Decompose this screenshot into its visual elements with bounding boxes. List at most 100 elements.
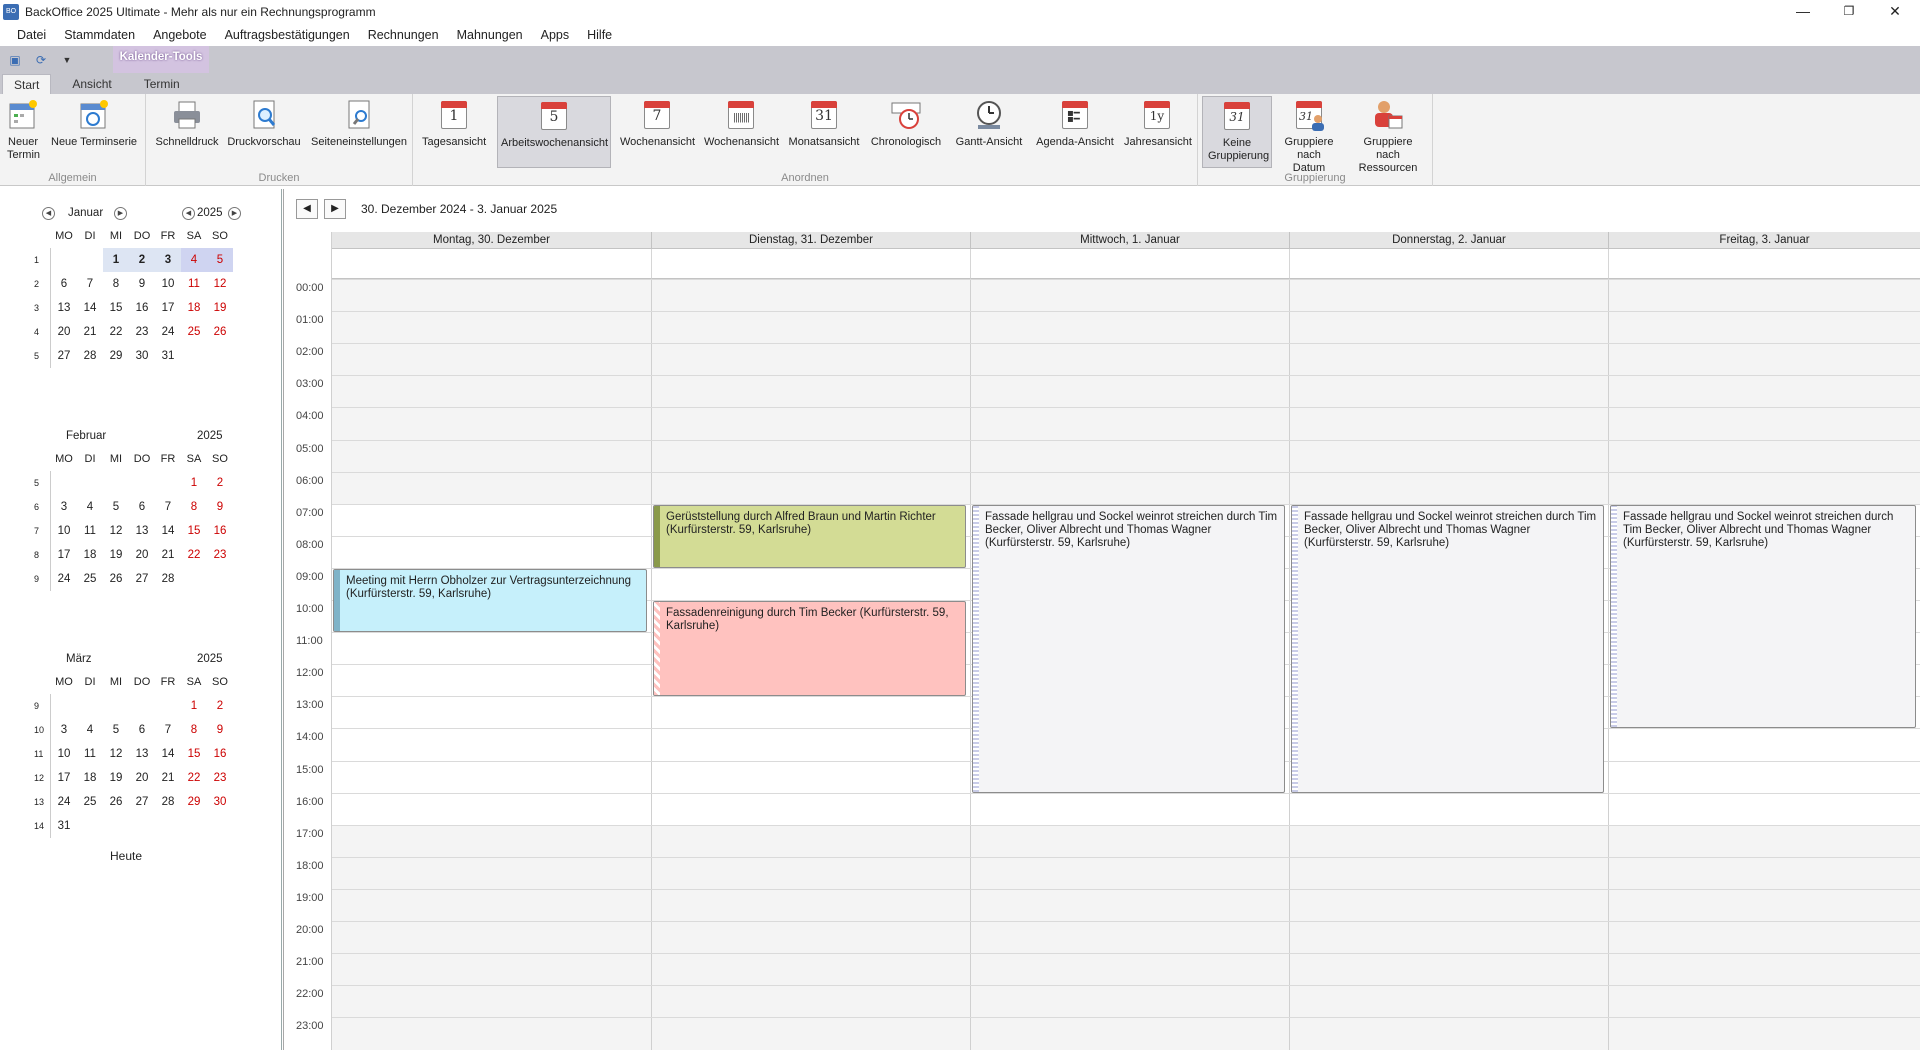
day-cell[interactable]: 15 xyxy=(181,742,207,766)
timeline-view-button[interactable]: Chronologisch xyxy=(867,96,945,168)
new-appointment-button[interactable]: Neuer Termin xyxy=(2,96,44,168)
next-range-button[interactable]: ▶ xyxy=(324,199,346,219)
menu-datei[interactable]: Datei xyxy=(8,24,55,46)
day-cell[interactable]: 26 xyxy=(103,567,129,591)
day-header[interactable]: Dienstag, 31. Dezember xyxy=(652,232,971,249)
time-grid[interactable]: 00:00 01:00 02:00 03:00 04:00 05:00 06:00 07:00… xyxy=(284,232,1920,1050)
day-cell[interactable]: 28 xyxy=(155,567,181,591)
minimize-icon[interactable]: — xyxy=(1780,0,1826,24)
day-cell[interactable]: 14 xyxy=(155,519,181,543)
day-cell[interactable]: 20 xyxy=(51,320,77,344)
day-cell[interactable]: 11 xyxy=(181,272,207,296)
agenda-view-button[interactable]: ▪━ ▪━ Agenda-Ansicht xyxy=(1033,96,1117,168)
day-cell[interactable]: 22 xyxy=(181,766,207,790)
day-cell[interactable]: 17 xyxy=(155,296,181,320)
day-cell[interactable]: 26 xyxy=(103,790,129,814)
day-cell[interactable]: 30 xyxy=(207,790,233,814)
day-cell[interactable]: 25 xyxy=(181,320,207,344)
day-cell[interactable]: 2 xyxy=(207,471,233,495)
day-cell[interactable]: 7 xyxy=(77,272,103,296)
day-cell[interactable]: 8 xyxy=(181,495,207,519)
day-cell[interactable]: 23 xyxy=(129,320,155,344)
day-cell[interactable]: 17 xyxy=(51,766,77,790)
day-cell[interactable]: 1 xyxy=(181,694,207,718)
menu-auftragsbestaetigungen[interactable]: Auftragsbestätigungen xyxy=(216,24,359,46)
prev-range-button[interactable]: ◀ xyxy=(296,199,318,219)
day-cell[interactable]: 14 xyxy=(77,296,103,320)
no-grouping-button[interactable]: 31 Keine Gruppierung xyxy=(1202,96,1272,168)
day-cell[interactable]: 10 xyxy=(51,519,77,543)
day-cell[interactable]: 13 xyxy=(51,296,77,320)
day-cell[interactable]: 6 xyxy=(129,718,155,742)
close-icon[interactable]: ✕ xyxy=(1872,0,1918,24)
next-month-icon[interactable]: ▶ xyxy=(114,207,127,220)
day-cell[interactable]: 24 xyxy=(51,567,77,591)
day-cell[interactable]: 26 xyxy=(207,320,233,344)
day-cell[interactable]: 10 xyxy=(51,742,77,766)
day-cell[interactable]: 21 xyxy=(77,320,103,344)
tab-ansicht[interactable]: Ansicht xyxy=(61,74,122,94)
day-cell[interactable]: 19 xyxy=(103,766,129,790)
day-cell[interactable]: 4 xyxy=(77,495,103,519)
day-cell[interactable]: 23 xyxy=(207,766,233,790)
day-cell[interactable]: 3 xyxy=(51,718,77,742)
month-view-button[interactable]: 31 Monatsansicht xyxy=(785,96,863,168)
day-cell[interactable]: 20 xyxy=(129,543,155,567)
menu-rechnungen[interactable]: Rechnungen xyxy=(359,24,448,46)
all-day-cell[interactable] xyxy=(971,249,1290,279)
day-cell[interactable]: 6 xyxy=(129,495,155,519)
appointment[interactable]: Fassade hellgrau und Sockel weinrot stre… xyxy=(1610,504,1916,729)
day-cell[interactable]: 25 xyxy=(77,790,103,814)
day-cell[interactable]: 12 xyxy=(207,272,233,296)
day-cell[interactable]: 16 xyxy=(207,742,233,766)
appointment[interactable]: Meeting mit Herrn Obholzer zur Vertragsu… xyxy=(333,568,647,633)
day-cell[interactable]: 21 xyxy=(155,766,181,790)
group-by-date-button[interactable]: 31 Gruppiere nach Datum xyxy=(1276,96,1342,174)
day-cell[interactable]: 19 xyxy=(207,296,233,320)
tab-termin[interactable]: Termin xyxy=(133,74,191,94)
qat-dropdown-icon[interactable]: ▼ xyxy=(56,50,78,70)
refresh-small-icon[interactable]: ⟳ xyxy=(30,50,52,70)
day-cell[interactable]: 12 xyxy=(103,519,129,543)
today-button[interactable]: Heute xyxy=(110,849,142,863)
day-cell[interactable]: 5 xyxy=(207,248,233,272)
day-cell[interactable]: 22 xyxy=(181,543,207,567)
menu-hilfe[interactable]: Hilfe xyxy=(578,24,621,46)
day-cell[interactable]: 11 xyxy=(77,519,103,543)
all-day-cell[interactable] xyxy=(332,249,652,279)
all-day-cell[interactable] xyxy=(1290,249,1609,279)
day-cell[interactable]: 29 xyxy=(103,344,129,368)
day-cell[interactable]: 28 xyxy=(155,790,181,814)
day-cell[interactable]: 6 xyxy=(51,272,77,296)
appointment[interactable]: Gerüststellung durch Alfred Braun und Ma… xyxy=(653,504,966,568)
app-icon[interactable]: BO xyxy=(3,4,19,20)
day-cell[interactable]: 20 xyxy=(129,766,155,790)
day-cell[interactable]: 28 xyxy=(77,344,103,368)
menu-mahnungen[interactable]: Mahnungen xyxy=(448,24,532,46)
day-header[interactable]: Mittwoch, 1. Januar xyxy=(971,232,1290,249)
day-cell[interactable]: 21 xyxy=(155,543,181,567)
day-cell[interactable]: 27 xyxy=(129,790,155,814)
day-cell[interactable]: 13 xyxy=(129,742,155,766)
day-cell[interactable]: 18 xyxy=(77,543,103,567)
day-cell[interactable]: 11 xyxy=(77,742,103,766)
day-cell[interactable]: 4 xyxy=(77,718,103,742)
new-appointment-small-icon[interactable]: ▣ xyxy=(4,50,26,70)
day-cell[interactable]: 17 xyxy=(51,543,77,567)
day-cell[interactable]: 16 xyxy=(207,519,233,543)
restore-icon[interactable]: ❐ xyxy=(1826,0,1872,24)
day-cell[interactable]: 19 xyxy=(103,543,129,567)
day-cell[interactable]: 24 xyxy=(155,320,181,344)
day-cell[interactable]: 25 xyxy=(77,567,103,591)
day-cell[interactable]: 14 xyxy=(155,742,181,766)
appointment[interactable]: Fassade hellgrau und Sockel weinrot stre… xyxy=(1291,504,1604,793)
day-cell[interactable]: 31 xyxy=(155,344,181,368)
year-view-button[interactable]: 1y Jahresansicht xyxy=(1121,96,1193,168)
appointment[interactable]: Fassadenreinigung durch Tim Becker (Kurf… xyxy=(653,601,966,697)
all-day-cell[interactable] xyxy=(1609,249,1920,279)
gantt-view-button[interactable]: Gantt-Ansicht xyxy=(949,96,1029,168)
day-cell[interactable]: 22 xyxy=(103,320,129,344)
day-cell[interactable]: 9 xyxy=(129,272,155,296)
day-cell[interactable]: 9 xyxy=(207,718,233,742)
day-cell[interactable]: 15 xyxy=(103,296,129,320)
